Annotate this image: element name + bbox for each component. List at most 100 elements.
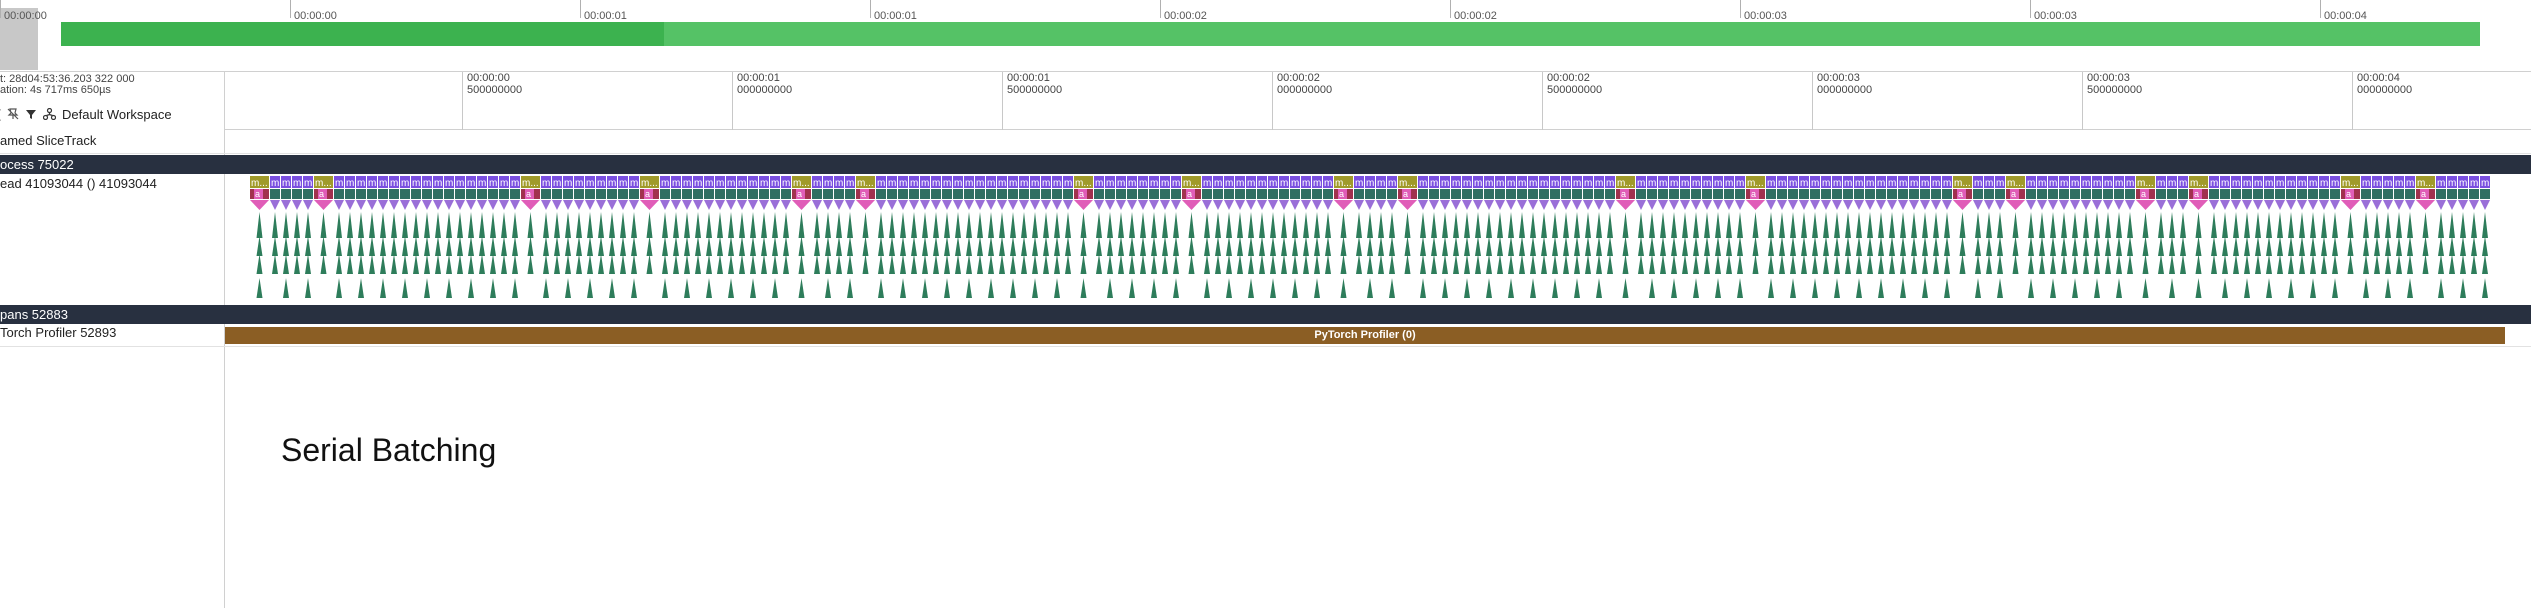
wedge bbox=[986, 200, 996, 210]
spike bbox=[402, 236, 408, 256]
thread-flamegraph[interactable]: m... a m m m m m... a m m m m m m m m m m m m m m m m m m... a m m m m… bbox=[248, 176, 2498, 309]
slice-label: m bbox=[683, 178, 691, 189]
slice-label: m bbox=[705, 178, 713, 189]
child-slice bbox=[510, 189, 520, 199]
spike bbox=[761, 212, 767, 238]
spike bbox=[1900, 254, 1906, 274]
workspace-icon[interactable] bbox=[43, 108, 57, 120]
spike bbox=[336, 254, 342, 274]
wedge bbox=[2114, 200, 2124, 210]
spike bbox=[2116, 236, 2122, 256]
spike bbox=[1065, 212, 1071, 238]
child-slice bbox=[1702, 189, 1712, 199]
spike bbox=[1080, 212, 1087, 238]
child-slice bbox=[1224, 189, 1234, 199]
child-slice bbox=[2383, 189, 2393, 199]
slice-label: m bbox=[1877, 178, 1885, 189]
spike bbox=[1080, 278, 1087, 298]
spike bbox=[1129, 236, 1135, 256]
track-named-slice[interactable]: amed SliceTrack bbox=[0, 133, 224, 148]
ruler-tick-nanos: 500000000 bbox=[1007, 84, 1063, 96]
overview-tick-label: 00:00:02 bbox=[1454, 10, 1497, 22]
spike bbox=[358, 236, 364, 256]
overview-tick-label: 00:00:02 bbox=[1164, 10, 1207, 22]
spike bbox=[2039, 236, 2045, 256]
spike bbox=[2310, 236, 2316, 256]
slice-label: m bbox=[1128, 178, 1136, 189]
overview-selected-range[interactable] bbox=[61, 22, 664, 46]
spike bbox=[673, 212, 679, 238]
spike bbox=[1975, 212, 1981, 238]
unpin-icon[interactable] bbox=[7, 108, 19, 120]
spike bbox=[1975, 254, 1981, 274]
spike bbox=[2407, 236, 2413, 256]
spike bbox=[2299, 254, 2305, 274]
wedge bbox=[1647, 200, 1657, 210]
spike bbox=[2255, 236, 2261, 256]
spike bbox=[435, 236, 441, 256]
spike bbox=[446, 212, 452, 238]
child-slice bbox=[845, 189, 855, 199]
filter-icon[interactable] bbox=[25, 108, 37, 120]
spike bbox=[2363, 278, 2369, 298]
spike bbox=[1292, 236, 1298, 256]
slice-label: m bbox=[2232, 178, 2240, 189]
spike bbox=[1188, 212, 1195, 238]
spike bbox=[1303, 236, 1309, 256]
track-thread[interactable]: ead 41093044 () 41093044 bbox=[0, 176, 224, 191]
spike bbox=[2332, 236, 2338, 256]
child-slice bbox=[2026, 189, 2036, 199]
spike bbox=[1303, 212, 1309, 238]
brace-icon[interactable]: { bbox=[0, 107, 1, 121]
spike bbox=[512, 254, 518, 274]
wedge bbox=[2037, 200, 2047, 210]
slice-label: m bbox=[771, 178, 779, 189]
spans-group-header[interactable]: pans 52883 bbox=[0, 305, 2531, 324]
spike bbox=[1173, 236, 1179, 256]
spike bbox=[1404, 254, 1411, 274]
spike bbox=[2028, 212, 2034, 238]
spike bbox=[999, 236, 1005, 256]
child-slice bbox=[2319, 189, 2329, 199]
marker-label: a bbox=[1621, 189, 1626, 199]
spike bbox=[862, 212, 869, 238]
spike bbox=[1779, 212, 1785, 238]
ruler-tick-time: 00:00:04 bbox=[2357, 72, 2400, 84]
spike bbox=[2072, 236, 2078, 256]
spike bbox=[1475, 236, 1481, 256]
spike bbox=[1226, 278, 1232, 298]
slice-label: m bbox=[564, 178, 572, 189]
process-group-header[interactable]: ocess 75022 bbox=[0, 155, 2531, 174]
timeline-overview[interactable]: 00:00:00 00:00:00 00:00:01 00:00:01 00:00:02… bbox=[0, 0, 2531, 72]
slice-label: m bbox=[782, 178, 790, 189]
wedge bbox=[1702, 200, 1712, 210]
time-ruler[interactable]: 00:00:00 500000000 00:00:01 000000000 00:00:… bbox=[224, 72, 2531, 130]
spike bbox=[2244, 278, 2250, 298]
pytorch-profiler-slice[interactable]: PyTorch Profiler (0) bbox=[225, 327, 2505, 344]
spike bbox=[256, 254, 263, 274]
spike bbox=[446, 254, 452, 274]
spike bbox=[1900, 212, 1906, 238]
slice-label: m bbox=[346, 178, 354, 189]
workspace-selector[interactable]: Default Workspace bbox=[62, 107, 172, 122]
spike bbox=[1596, 278, 1602, 298]
slice-label: m... bbox=[857, 178, 874, 189]
spike bbox=[2050, 236, 2056, 256]
spike bbox=[413, 254, 419, 274]
spike bbox=[646, 254, 653, 274]
spike bbox=[1389, 236, 1395, 256]
spike bbox=[2321, 236, 2327, 256]
child-slice bbox=[2436, 189, 2446, 199]
overview-tick-label: 00:00:03 bbox=[1744, 10, 1787, 22]
wedge bbox=[1583, 200, 1593, 210]
slice-label: m bbox=[2362, 178, 2370, 189]
child-slice bbox=[1354, 189, 1364, 199]
slice-label: m bbox=[888, 178, 896, 189]
spike bbox=[2288, 212, 2294, 238]
spike bbox=[468, 212, 474, 238]
slice-label: m bbox=[1042, 178, 1050, 189]
spike bbox=[2438, 254, 2444, 274]
child-slice bbox=[1691, 189, 1701, 199]
track-pytorch-profiler[interactable]: Torch Profiler 52893 bbox=[0, 325, 224, 340]
flamegraph-canvas[interactable]: m...am m m m m...am m m m m m m m m m m m m m m m m m...am m m m… bbox=[248, 176, 2498, 304]
